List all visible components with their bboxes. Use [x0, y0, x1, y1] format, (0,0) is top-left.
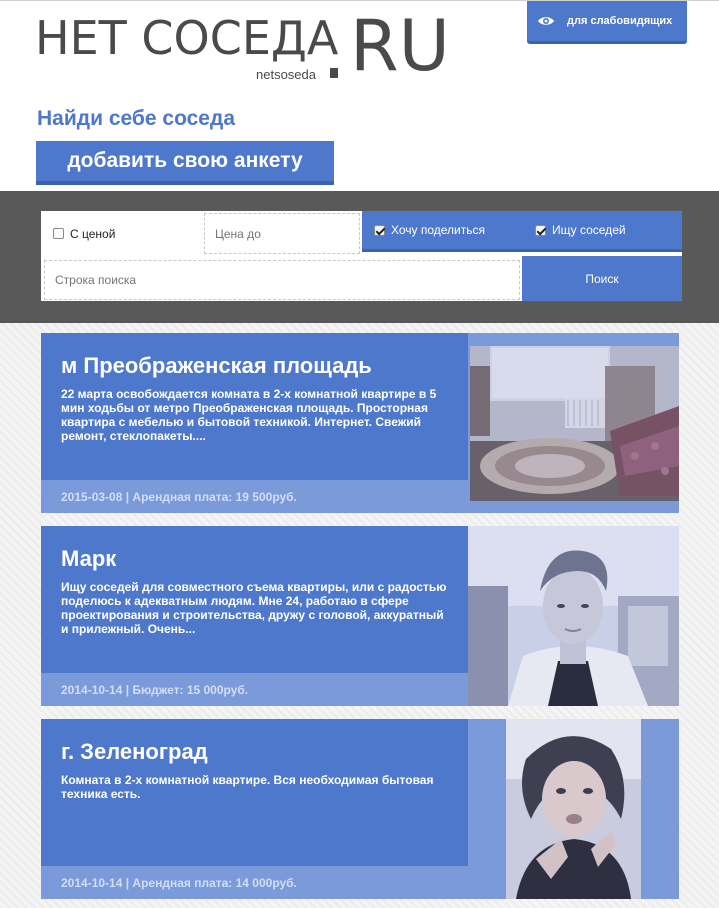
seek-checkbox-label: Ищу соседей [552, 223, 626, 237]
listing-card[interactable]: м Преображенская площадь 22 марта освобо… [41, 333, 679, 513]
share-filter[interactable]: Хочу поделиться [362, 223, 535, 237]
low-vision-button[interactable]: для слабовидящих [527, 1, 687, 44]
listing-footer: 2015-03-08 | Арендная плата: 19 500руб. [41, 480, 468, 513]
filter-panel: С ценой Хочу поделиться Ищу соседей Поис… [41, 211, 682, 301]
price-filter[interactable]: С ценой [41, 211, 204, 256]
listing-card[interactable]: Марк Ищу соседей для совместного съема к… [41, 526, 679, 706]
listing-description: Ищу соседей для совместного съема кварти… [61, 580, 447, 637]
listings-area: м Преображенская площадь 22 марта освобо… [0, 323, 719, 908]
filter-bar: С ценой Хочу поделиться Ищу соседей Поис… [0, 191, 719, 323]
listing-title[interactable]: м Преображенская площадь [61, 353, 448, 379]
share-checkbox[interactable] [374, 224, 385, 236]
eye-icon [538, 17, 554, 25]
site-header: НЕТ СОСЕДА RU netsoseda для слабовидящих… [0, 0, 719, 191]
logo-dot [330, 68, 338, 78]
listing-photo-frame [468, 719, 679, 899]
type-filters: Хочу поделиться Ищу соседей [362, 211, 682, 252]
listing-description: 22 марта освобождается комната в 2-х ком… [61, 387, 437, 444]
listing-body: Марк Ищу соседей для совместного съема к… [41, 526, 468, 673]
search-input[interactable] [44, 260, 520, 300]
listing-description: Комната в 2-х комнатной квартире. Вся не… [61, 773, 434, 802]
logo-domain[interactable]: RU [350, 11, 450, 81]
listing-footer: 2014-10-14 | Бюджет: 15 000руб. [41, 673, 468, 706]
listing-photo-frame [468, 526, 679, 706]
low-vision-label: для слабовидящих [567, 15, 673, 27]
listing-card[interactable]: г. Зеленоград Комната в 2-х комнатной кв… [41, 719, 679, 899]
logo-text[interactable]: НЕТ СОСЕДА [35, 15, 338, 61]
room-photo[interactable] [470, 346, 679, 501]
listing-body: г. Зеленоград Комната в 2-х комнатной кв… [41, 719, 468, 866]
price-checkbox[interactable] [53, 228, 64, 239]
listing-photo-frame [468, 333, 679, 513]
search-button[interactable]: Поиск [522, 256, 682, 301]
seek-checkbox[interactable] [535, 224, 546, 236]
seek-filter[interactable]: Ищу соседей [535, 223, 626, 237]
listing-title[interactable]: г. Зеленоград [61, 739, 448, 765]
portrait-photo[interactable] [468, 526, 679, 706]
logo-subtitle: netsoseda [256, 67, 316, 82]
tagline: Найди себе соседа [37, 107, 235, 130]
selfie-photo[interactable] [506, 719, 641, 899]
price-checkbox-label: С ценой [70, 226, 116, 241]
max-price-input[interactable] [204, 213, 360, 254]
add-profile-button[interactable]: добавить свою анкету [36, 141, 334, 185]
listing-body: м Преображенская площадь 22 марта освобо… [41, 333, 468, 480]
share-checkbox-label: Хочу поделиться [391, 223, 486, 237]
listing-footer: 2014-10-14 | Арендная плата: 14 000руб. [41, 866, 468, 899]
listing-title[interactable]: Марк [61, 546, 448, 572]
